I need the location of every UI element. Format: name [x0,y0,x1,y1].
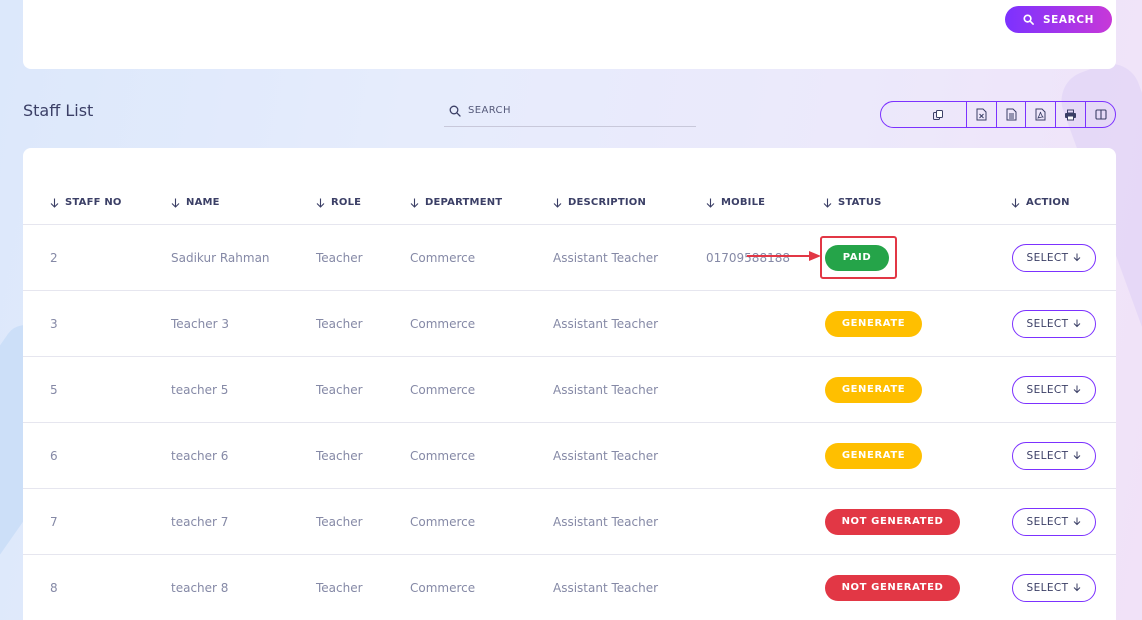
role-cell: Teacher [316,316,363,331]
table-header: STAFF NO NAME ROLE DEPARTMENT DESCRIPTIO… [23,148,1116,225]
name-cell: teacher 6 [171,448,229,463]
select-dropdown-button[interactable]: SELECT [1012,375,1096,404]
table-search [444,95,696,127]
csv-icon [1006,108,1017,121]
csv-button[interactable] [997,102,1027,127]
department-cell: Commerce [410,514,476,529]
name-cell: teacher 8 [171,580,229,595]
column-header-staff-no[interactable]: STAFF NO [50,197,122,208]
column-header-role[interactable]: ROLE [316,197,361,208]
staff-no-cell: 7 [50,514,58,529]
table-search-input[interactable] [468,105,683,116]
status-badge-paid[interactable]: PAID [825,244,889,271]
select-dropdown-button[interactable]: SELECT [1012,243,1096,272]
copy-button[interactable] [881,102,967,127]
table-row: 3 Teacher 3 Teacher Commerce Assistant T… [23,291,1116,357]
description-cell: Assistant Teacher [553,514,659,529]
excel-icon [976,108,987,121]
sort-arrow-icon [171,198,180,208]
sort-arrow-icon [823,198,832,208]
search-button[interactable]: SEARCH [1005,6,1112,33]
department-cell: Commerce [410,250,476,265]
print-button[interactable] [1056,102,1087,127]
description-cell: Assistant Teacher [553,250,659,265]
status-badge-generate[interactable]: GENERATE [825,376,922,403]
sort-arrow-icon [316,198,325,208]
select-dropdown-button[interactable]: SELECT [1012,507,1096,536]
arrow-down-icon [1074,319,1081,328]
copy-icon [933,109,944,120]
select-dropdown-button[interactable]: SELECT [1012,441,1096,470]
description-cell: Assistant Teacher [553,580,659,595]
excel-button[interactable] [967,102,997,127]
department-cell: Commerce [410,448,476,463]
status-badge-generate[interactable]: GENERATE [825,442,922,469]
select-dropdown-button[interactable]: SELECT [1012,573,1096,602]
search-card: SEARCH [23,0,1116,69]
staff-no-cell: 2 [50,250,58,265]
role-cell: Teacher [316,382,363,397]
column-header-name[interactable]: NAME [171,197,220,208]
description-cell: Assistant Teacher [553,382,659,397]
column-header-description[interactable]: DESCRIPTION [553,197,646,208]
columns-icon [1095,109,1107,120]
staff-no-cell: 5 [50,382,58,397]
table-row: 5 teacher 5 Teacher Commerce Assistant T… [23,357,1116,423]
role-cell: Teacher [316,448,363,463]
search-button-label: SEARCH [1042,13,1095,26]
name-cell: teacher 5 [171,382,229,397]
arrow-down-icon [1074,451,1081,460]
role-cell: Teacher [316,250,363,265]
pdf-button[interactable] [1026,102,1057,127]
column-header-action[interactable]: ACTION [1011,197,1070,208]
name-cell: Teacher 3 [171,316,229,331]
role-cell: Teacher [316,514,363,529]
select-dropdown-button[interactable]: SELECT [1012,309,1096,338]
column-header-mobile[interactable]: MOBILE [706,197,765,208]
sort-arrow-icon [50,198,59,208]
department-cell: Commerce [410,316,476,331]
table-row: 7 teacher 7 Teacher Commerce Assistant T… [23,489,1116,555]
staff-no-cell: 6 [50,448,58,463]
status-badge-generate[interactable]: GENERATE [825,310,922,337]
print-icon [1065,109,1077,120]
export-button-group [880,101,1116,128]
name-cell: teacher 7 [171,514,229,529]
staff-table: STAFF NO NAME ROLE DEPARTMENT DESCRIPTIO… [23,148,1116,620]
role-cell: Teacher [316,580,363,595]
description-cell: Assistant Teacher [553,316,659,331]
column-header-status[interactable]: STATUS [823,197,882,208]
name-cell: Sadikur Rahman [171,250,270,265]
sort-arrow-icon [706,198,715,208]
pdf-icon [1035,108,1046,121]
sort-arrow-icon [1011,198,1020,208]
status-badge-not-generated[interactable]: NOT GENERATED [825,508,960,535]
arrow-down-icon [1074,385,1081,394]
search-icon [1023,14,1034,25]
arrow-down-icon [1074,253,1081,262]
department-cell: Commerce [410,382,476,397]
staff-no-cell: 8 [50,580,58,595]
arrow-down-icon [1074,583,1081,592]
status-badge-not-generated[interactable]: NOT GENERATED [825,574,960,601]
columns-button[interactable] [1086,102,1115,127]
sort-arrow-icon [553,198,562,208]
mobile-cell: 01709588188 [706,250,790,265]
sort-arrow-icon [410,198,419,208]
page-title: Staff List [23,101,94,120]
description-cell: Assistant Teacher [553,448,659,463]
table-row: 2 Sadikur Rahman Teacher Commerce Assist… [23,225,1116,291]
table-row: 6 teacher 6 Teacher Commerce Assistant T… [23,423,1116,489]
column-header-department[interactable]: DEPARTMENT [410,197,502,208]
table-row: 8 teacher 8 Teacher Commerce Assistant T… [23,555,1116,620]
staff-no-cell: 3 [50,316,58,331]
department-cell: Commerce [410,580,476,595]
search-icon [449,105,461,117]
arrow-down-icon [1074,517,1081,526]
